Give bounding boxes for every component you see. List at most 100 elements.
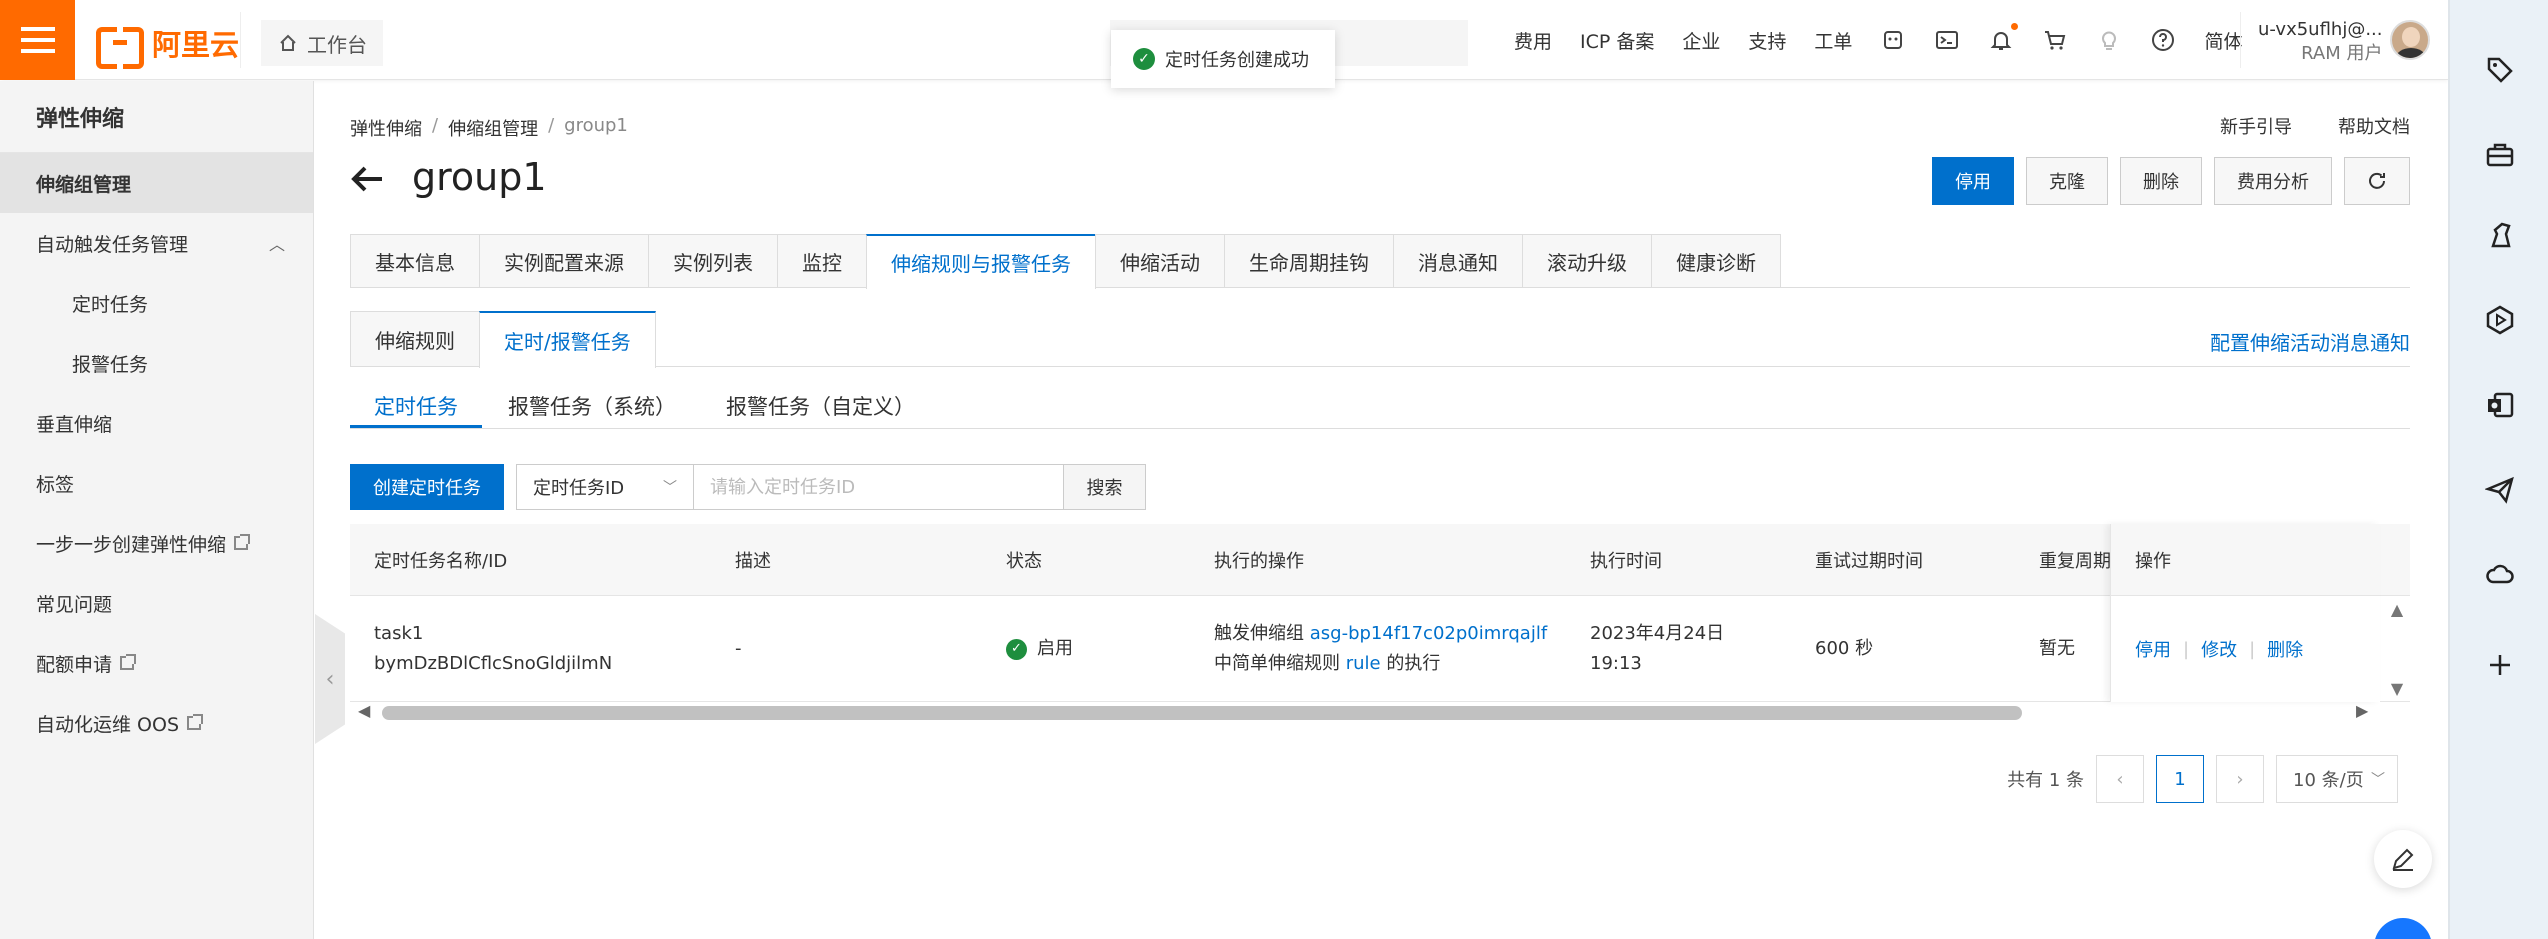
help-icon[interactable] xyxy=(2150,27,2176,53)
sidebar-item-scheduled-tasks[interactable]: 定时任务 xyxy=(0,273,313,333)
play-hexagon-icon[interactable] xyxy=(2480,300,2520,340)
tab-alarm-system[interactable]: 报警任务（系统） xyxy=(484,391,700,428)
add-icon[interactable] xyxy=(2480,645,2520,685)
tab-lifecycle-hooks[interactable]: 生命周期挂钩 xyxy=(1224,234,1394,287)
vertical-scrollbar[interactable]: ▲ ▼ xyxy=(2384,596,2410,702)
disable-button[interactable]: 停用 xyxy=(1932,157,2014,205)
sidebar-collapse-handle[interactable]: ‹ xyxy=(315,614,345,744)
sidebar-item-alarm-tasks[interactable]: 报警任务 xyxy=(0,333,313,393)
sub-tabs: 伸缩规则 定时/报警任务 xyxy=(350,311,2410,368)
breadcrumb-item[interactable]: 伸缩组管理 xyxy=(448,115,538,141)
sidebar-title: 弹性伸缩 xyxy=(0,81,313,153)
tab-scaling-activity[interactable]: 伸缩活动 xyxy=(1095,234,1225,287)
aliyun-logo[interactable]: 阿里云 xyxy=(96,22,239,69)
search-field-select[interactable]: 定时任务ID ﹀ xyxy=(516,464,694,510)
nav-cost[interactable]: 费用 xyxy=(1514,27,1552,54)
assistant-fab[interactable] xyxy=(2374,918,2432,939)
sidebar-item-faq[interactable]: 常见问题 xyxy=(0,573,313,633)
sidebar: 弹性伸缩 伸缩组管理 自动触发任务管理 ︿ 定时任务 报警任务 垂直伸缩 标签 一… xyxy=(0,81,314,939)
user-role: RAM 用户 xyxy=(2301,43,2383,64)
cell-name: task1 bymDzBDlCflcSnoGldjilmN xyxy=(374,596,612,702)
nav-ticket[interactable]: 工单 xyxy=(1814,27,1852,54)
row-delete-link[interactable]: 删除 xyxy=(2267,636,2303,662)
sidebar-item-tags[interactable]: 标签 xyxy=(0,453,313,513)
row-edit-link[interactable]: 修改 xyxy=(2201,636,2237,662)
language-switch[interactable]: 简体 xyxy=(2204,27,2242,54)
refresh-icon xyxy=(2369,172,2385,189)
tab-scaling-rules[interactable]: 伸缩规则 xyxy=(350,311,480,366)
chevron-up-icon: ︿ xyxy=(268,235,285,254)
right-toolbar xyxy=(2448,0,2548,939)
send-icon[interactable] xyxy=(2480,470,2520,510)
chess-icon[interactable] xyxy=(2480,215,2520,255)
nav-enterprise[interactable]: 企业 xyxy=(1682,27,1720,54)
next-page-button[interactable]: › xyxy=(2216,755,2264,803)
ai-assistant-icon[interactable] xyxy=(1880,27,1906,53)
breadcrumb-item[interactable]: 弹性伸缩 xyxy=(350,115,422,141)
tab-scheduled-tasks[interactable]: 定时任务 xyxy=(350,391,482,428)
outlook-icon[interactable] xyxy=(2480,385,2520,425)
terminal-icon[interactable] xyxy=(1934,27,1960,53)
back-arrow-icon[interactable] xyxy=(350,161,386,206)
sidebar-item-scaling-groups[interactable]: 伸缩组管理 xyxy=(0,153,313,213)
menu-icon[interactable] xyxy=(0,0,75,80)
clone-button[interactable]: 克隆 xyxy=(2026,157,2108,205)
scroll-track[interactable] xyxy=(382,706,2370,720)
cost-analysis-button[interactable]: 费用分析 xyxy=(2214,157,2332,205)
scroll-right-icon[interactable]: ▶ xyxy=(2356,701,2368,720)
tab-scheduled-alarm-tasks[interactable]: 定时/报警任务 xyxy=(479,311,656,368)
page-top-links: 新手引导 帮助文档 xyxy=(2220,113,2410,139)
tab-alarm-custom[interactable]: 报警任务（自定义） xyxy=(702,391,939,428)
scaling-group-link[interactable]: asg-bp14f17c02p0imrqajlf xyxy=(1310,623,1547,644)
edit-feedback-button[interactable] xyxy=(2374,830,2432,888)
tab-rules-alarms[interactable]: 伸缩规则与报警任务 xyxy=(866,234,1096,289)
sidebar-item-quota[interactable]: 配额申请 xyxy=(0,633,313,693)
rule-link[interactable]: rule xyxy=(1346,653,1381,674)
tab-notifications[interactable]: 消息通知 xyxy=(1393,234,1523,287)
tab-instance-list[interactable]: 实例列表 xyxy=(648,234,778,287)
refresh-button[interactable] xyxy=(2344,157,2410,205)
avatar[interactable] xyxy=(2390,20,2430,60)
tab-monitor[interactable]: 监控 xyxy=(777,234,867,287)
tab-health-diagnosis[interactable]: 健康诊断 xyxy=(1651,234,1781,287)
scroll-up-icon[interactable]: ▲ xyxy=(2391,600,2403,619)
help-docs-link[interactable]: 帮助文档 xyxy=(2338,113,2410,139)
sidebar-item-auto-tasks[interactable]: 自动触发任务管理 ︿ xyxy=(0,213,313,273)
create-scheduled-task-button[interactable]: 创建定时任务 xyxy=(350,464,504,510)
sidebar-item-oos[interactable]: 自动化运维 OOS xyxy=(0,693,313,753)
row-disable-link[interactable]: 停用 xyxy=(2135,636,2171,662)
bell-icon[interactable] xyxy=(1988,23,2019,53)
workbench-button[interactable]: 工作台 xyxy=(261,20,383,66)
guide-link[interactable]: 新手引导 xyxy=(2220,113,2292,139)
cart-icon[interactable] xyxy=(2042,27,2068,53)
col-repeat: 重复周期 xyxy=(2039,551,2111,572)
scroll-left-icon[interactable]: ◀ xyxy=(358,701,370,720)
cell-exec-time: 2023年4月24日 19:13 xyxy=(1590,596,1724,702)
sidebar-item-step-by-step[interactable]: 一步一步创建弹性伸缩 xyxy=(0,513,313,573)
op-prefix: 触发伸缩组 xyxy=(1214,623,1304,644)
page-size-select[interactable]: 10 条/页 ﹀ xyxy=(2276,755,2398,803)
page-number[interactable]: 1 xyxy=(2156,755,2204,803)
horizontal-scrollbar[interactable]: ◀ ▶ xyxy=(350,701,2410,723)
nav-support[interactable]: 支持 xyxy=(1748,27,1786,54)
sidebar-item-vertical-scaling[interactable]: 垂直伸缩 xyxy=(0,393,313,453)
delete-button[interactable]: 删除 xyxy=(2120,157,2202,205)
search-input[interactable] xyxy=(694,464,1064,510)
scroll-down-icon[interactable]: ▼ xyxy=(2391,679,2403,698)
tab-rolling-upgrade[interactable]: 滚动升级 xyxy=(1522,234,1652,287)
tab-instance-config[interactable]: 实例配置来源 xyxy=(479,234,649,287)
tab-basic-info[interactable]: 基本信息 xyxy=(350,234,480,287)
nav-icp[interactable]: ICP 备案 xyxy=(1580,27,1654,54)
scroll-thumb[interactable] xyxy=(382,706,2022,720)
toolbox-icon[interactable] xyxy=(2480,135,2520,175)
success-toast: ✓ 定时任务创建成功 xyxy=(1111,30,1335,88)
cloud-icon[interactable] xyxy=(2480,555,2520,595)
bulb-icon[interactable] xyxy=(2096,27,2122,53)
config-notification-link[interactable]: 配置伸缩活动消息通知 xyxy=(2210,327,2410,356)
user-menu[interactable]: u-vx5uflhj@... RAM 用户 xyxy=(2258,18,2383,66)
divider: | xyxy=(2249,638,2256,660)
chevron-left-icon: ‹ xyxy=(325,666,335,692)
tag-icon[interactable] xyxy=(2480,50,2520,90)
prev-page-button[interactable]: ‹ xyxy=(2096,755,2144,803)
search-button[interactable]: 搜索 xyxy=(1064,464,1146,510)
